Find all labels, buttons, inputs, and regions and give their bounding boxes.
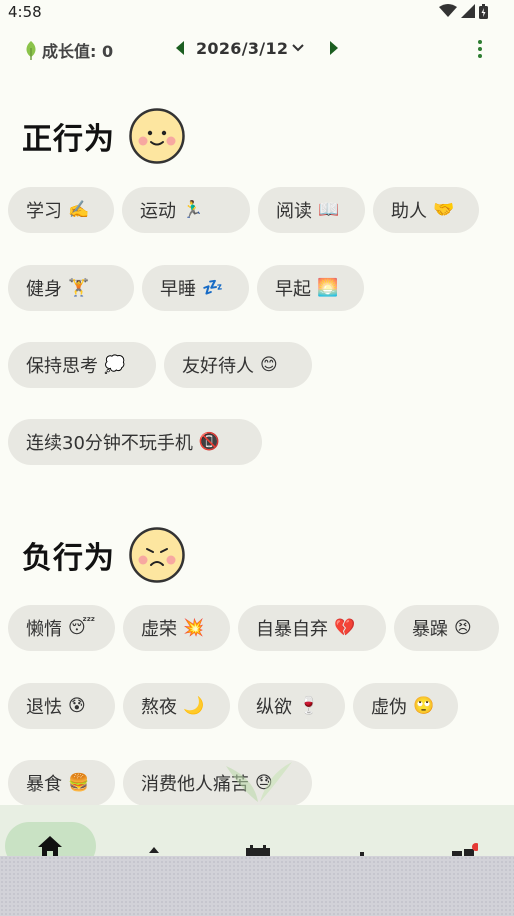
status-time: 4:58 [8, 3, 42, 21]
behavior-chip[interactable]: 熬夜 🌙 [123, 683, 230, 729]
positive-title: 正行为 [22, 122, 115, 157]
behavior-chip[interactable]: 健身 🏋️ [8, 265, 134, 311]
status-bar: 4:58 [0, 0, 514, 24]
positive-section-header: 正行为 [22, 108, 185, 164]
negative-row-2: 退怯 😰 熬夜 🌙 纵欲 🍷 虚伪 🙄 [8, 683, 458, 729]
behavior-chip[interactable]: 学习 ✍️ [8, 187, 114, 233]
positive-row-4: 连续30分钟不玩手机 📵 [8, 419, 262, 465]
battery-icon [479, 3, 488, 19]
behavior-chip[interactable]: 懒惰 😴 [8, 605, 115, 651]
growth-label: 成长值: 0 [42, 42, 114, 61]
behavior-chip[interactable]: 阅读 📖 [258, 187, 365, 233]
behavior-chip[interactable]: 虚荣 💥 [123, 605, 230, 651]
behavior-chip[interactable]: 早睡 💤 [142, 265, 249, 311]
growth-value: 成长值: 0 [24, 38, 113, 62]
status-icons [439, 3, 488, 19]
behavior-chip[interactable]: 友好待人 😊 [164, 342, 312, 388]
behavior-chip[interactable]: 连续30分钟不玩手机 📵 [8, 419, 262, 465]
next-day-button[interactable] [326, 38, 342, 58]
behavior-chip[interactable]: 纵欲 🍷 [238, 683, 345, 729]
chevron-down-icon[interactable] [292, 43, 305, 53]
top-bar: 成长值: 0 2026/3/12 [0, 32, 514, 68]
caret-left-icon [176, 41, 184, 55]
positive-row-3: 保持思考 💭 友好待人 😊 [8, 342, 312, 388]
behavior-chip[interactable]: 暴躁 😣 [394, 605, 499, 651]
gesture-overlay [0, 856, 514, 916]
behavior-chip[interactable]: 虚伪 🙄 [353, 683, 458, 729]
leaf-decoration-icon [226, 762, 292, 802]
behavior-chip[interactable]: 退怯 😰 [8, 683, 115, 729]
behavior-chip[interactable]: 自暴自弃 💔 [238, 605, 386, 651]
happy-face-icon [129, 108, 185, 164]
positive-row-2: 健身 🏋️ 早睡 💤 早起 🌅 [8, 265, 364, 311]
more-vert-icon[interactable] [470, 36, 490, 62]
positive-row-1: 学习 ✍️ 运动 🏃‍♂️ 阅读 📖 助人 🤝 [8, 187, 479, 233]
sad-face-icon [129, 527, 185, 583]
behavior-chip[interactable]: 助人 🤝 [373, 187, 479, 233]
caret-right-icon [330, 41, 339, 55]
behavior-chip[interactable]: 运动 🏃‍♂️ [122, 187, 250, 233]
negative-row-1: 懒惰 😴 虚荣 💥 自暴自弃 💔 暴躁 😣 [8, 605, 499, 651]
behavior-chip[interactable]: 保持思考 💭 [8, 342, 156, 388]
negative-section-header: 负行为 [22, 527, 185, 583]
prev-day-button[interactable] [172, 38, 188, 58]
signal-icon [461, 4, 475, 18]
date-picker[interactable]: 2026/3/12 [196, 39, 288, 58]
leaf-icon [26, 41, 36, 60]
date-navigator: 2026/3/12 [172, 38, 342, 58]
wifi-icon [439, 4, 457, 17]
behavior-chip[interactable]: 早起 🌅 [257, 265, 364, 311]
negative-title: 负行为 [22, 541, 115, 576]
behavior-chip[interactable]: 暴食 🍔 [8, 760, 115, 806]
